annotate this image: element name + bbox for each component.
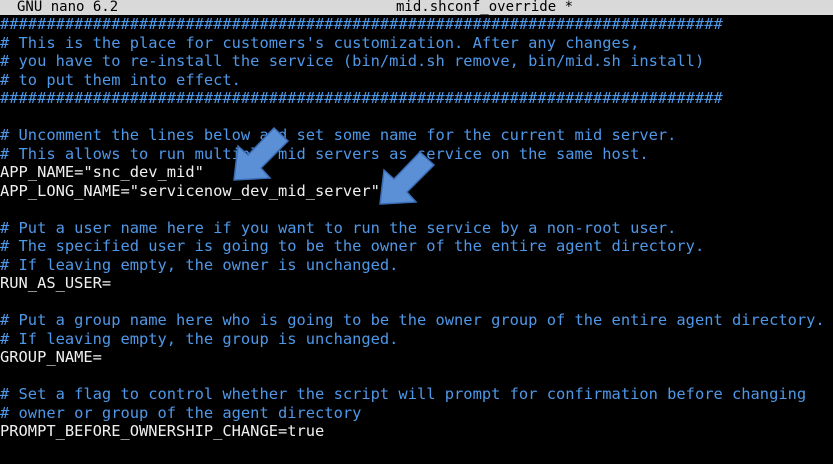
comment-line: # If leaving empty, the group is unchang…: [0, 329, 399, 348]
comment-line: ########################################…: [0, 89, 723, 107]
nano-title-bar: GNU nano 6.2 mid.shconf_override *: [0, 0, 833, 15]
config-line: APP_NAME="snc_dev_mid": [0, 163, 204, 181]
comment-line: # Put a group name here who is going to …: [0, 311, 825, 329]
comment-line: # Set a flag to control whether the scri…: [0, 385, 807, 403]
comment-line: # you have to re-install the service (bi…: [0, 52, 705, 70]
comment-line: # This allows to run multiple mid server…: [0, 144, 649, 163]
comment-line: # to put them into effect.: [0, 70, 241, 89]
comment-line: # Put a user name here if you want to ru…: [0, 218, 677, 237]
editor-text-area[interactable]: ########################################…: [0, 15, 833, 441]
comment-line: ########################################…: [0, 15, 723, 33]
comment-line: # The specified user is going to be the …: [0, 237, 705, 255]
config-line: PROMPT_BEFORE_OWNERSHIP_CHANGE=true: [0, 422, 325, 440]
comment-line: # Uncomment the lines below and set some…: [0, 126, 677, 144]
config-line: RUN_AS_USER=: [0, 274, 112, 292]
comment-line: # owner or group of the agent directory: [0, 403, 362, 422]
editor-file-name: mid.shconf_override *: [396, 0, 574, 15]
config-line: GROUP_NAME=: [0, 348, 102, 366]
comment-line: # If leaving empty, the owner is unchang…: [0, 255, 399, 274]
comment-line: # This is the place for customers's cust…: [0, 33, 640, 52]
editor-app-name: GNU nano 6.2: [17, 0, 119, 15]
config-line: APP_LONG_NAME="servicenow_dev_mid_server…: [0, 181, 380, 200]
terminal-window: GNU nano 6.2 mid.shconf_override * #####…: [0, 0, 833, 464]
